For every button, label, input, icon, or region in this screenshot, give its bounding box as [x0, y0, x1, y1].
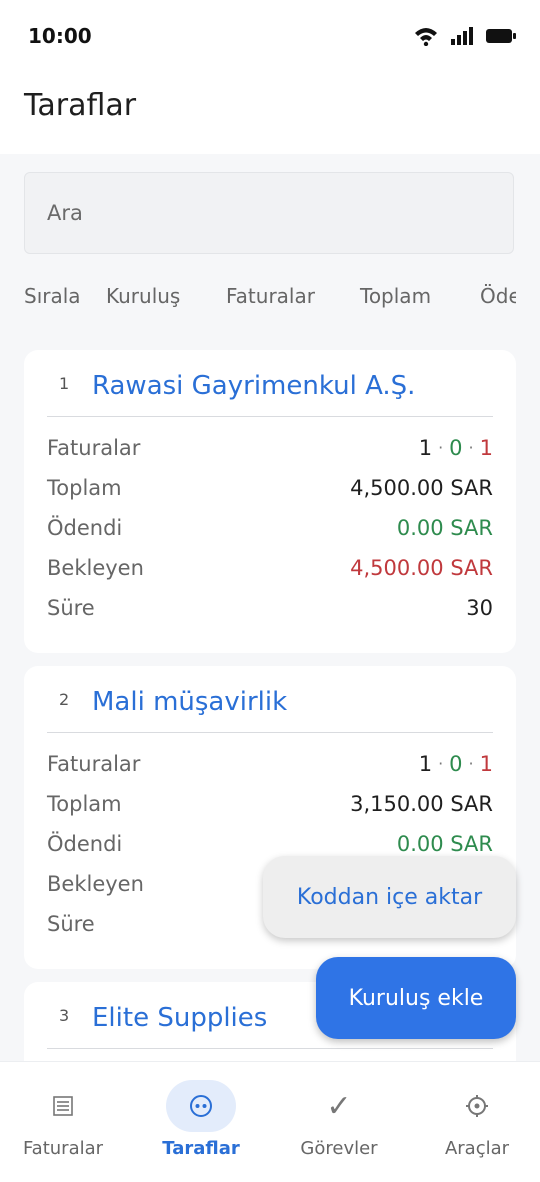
- sort-option-total[interactable]: Toplam: [360, 284, 431, 308]
- total-value: 3,150.00 SAR: [350, 792, 493, 816]
- invoices-row: Faturalar 1 · 0 · 1: [47, 436, 493, 466]
- term-label: Süre: [47, 912, 95, 936]
- bottom-nav: Faturalar Taraflar ✓ Görevler Araçlar: [0, 1061, 540, 1182]
- check-icon: ✓: [326, 1088, 352, 1124]
- party-name-link[interactable]: Mali müşavirlik: [92, 687, 287, 717]
- total-label: Toplam: [47, 476, 122, 500]
- card-index: 1: [59, 374, 70, 393]
- invoice-counts: 1 · 0 · 1: [418, 436, 493, 460]
- pending-label: Bekleyen: [47, 872, 144, 896]
- status-time: 10:00: [28, 24, 92, 48]
- sort-option-entity[interactable]: Kuruluş: [106, 284, 180, 308]
- total-label: Toplam: [47, 792, 122, 816]
- term-row: Süre 30: [47, 596, 493, 626]
- paid-value: 0.00 SAR: [396, 832, 493, 856]
- nav-label-tasks: Görevler: [300, 1138, 378, 1159]
- wifi-icon: [415, 28, 437, 46]
- signal-icon: [451, 27, 473, 45]
- nav-item-tasks[interactable]: ✓ Görevler: [269, 1062, 409, 1182]
- status-icons: [414, 26, 516, 46]
- page-title: Taraflar: [24, 88, 137, 123]
- nav-label-invoices: Faturalar: [22, 1138, 104, 1159]
- nav-item-invoices[interactable]: Faturalar: [0, 1062, 133, 1182]
- nav-item-tools[interactable]: Araçlar: [407, 1062, 540, 1182]
- nav-item-parties[interactable]: Taraflar: [131, 1062, 271, 1182]
- search-placeholder: Ara: [47, 201, 83, 225]
- battery-icon: [486, 29, 516, 43]
- search-input[interactable]: Ara: [24, 172, 514, 254]
- party-card[interactable]: 1 Rawasi Gayrimenkul A.Ş. Faturalar 1 · 0 ·…: [24, 350, 516, 653]
- status-bar: 10:00: [0, 0, 540, 72]
- add-entity-button[interactable]: Kuruluş ekle: [316, 957, 516, 1039]
- paid-label: Ödendi: [47, 832, 123, 856]
- party-name-link[interactable]: Elite Supplies: [92, 1003, 267, 1033]
- card-header: 2 Mali müşavirlik: [47, 666, 493, 733]
- sort-option-invoices[interactable]: Faturalar: [226, 284, 315, 308]
- pending-row: Bekleyen 4,500.00 SAR: [47, 556, 493, 586]
- total-row: Toplam 3,150.00 SAR: [47, 792, 493, 822]
- card-index: 3: [59, 1006, 70, 1025]
- invoice-count-paid: 0: [449, 752, 463, 776]
- parties-icon: [166, 1080, 236, 1132]
- invoice-counts: 1 · 0 · 1: [418, 752, 493, 776]
- pending-label: Bekleyen: [47, 556, 144, 580]
- invoices-row: Faturalar 1 · 0 · 1: [47, 752, 493, 782]
- nav-label-parties: Taraflar: [162, 1138, 240, 1159]
- total-value: 4,500.00 SAR: [350, 476, 493, 500]
- invoice-count-paid: 0: [449, 436, 463, 460]
- invoice-count-pending: 1: [479, 752, 493, 776]
- sort-row: Sırala Kuruluş Faturalar Toplam Öde: [24, 284, 516, 314]
- invoice-count-total: 1: [418, 752, 433, 776]
- pending-value: 4,500.00 SAR: [350, 556, 493, 580]
- term-value: 30: [466, 596, 493, 620]
- paid-label: Ödendi: [47, 516, 123, 540]
- card-index: 2: [59, 690, 70, 709]
- import-from-code-button[interactable]: Koddan içe aktar: [263, 856, 516, 938]
- paid-value: 0.00 SAR: [396, 516, 493, 540]
- party-name-link[interactable]: Rawasi Gayrimenkul A.Ş.: [92, 371, 415, 401]
- app-bar: Taraflar: [0, 72, 540, 154]
- paid-row: Ödendi 0.00 SAR: [47, 516, 493, 546]
- card-header: 1 Rawasi Gayrimenkul A.Ş.: [47, 350, 493, 417]
- invoices-label: Faturalar: [47, 436, 141, 460]
- invoices-label: Faturalar: [47, 752, 141, 776]
- list-icon: [28, 1080, 98, 1132]
- invoice-count-total: 1: [418, 436, 433, 460]
- invoice-count-pending: 1: [479, 436, 493, 460]
- sort-label: Sırala: [24, 284, 81, 308]
- total-row: Toplam 4,500.00 SAR: [47, 476, 493, 506]
- sort-option-paid[interactable]: Öde: [480, 284, 516, 308]
- nav-label-tools: Araçlar: [444, 1138, 510, 1159]
- gear-icon: [442, 1080, 512, 1132]
- term-label: Süre: [47, 596, 95, 620]
